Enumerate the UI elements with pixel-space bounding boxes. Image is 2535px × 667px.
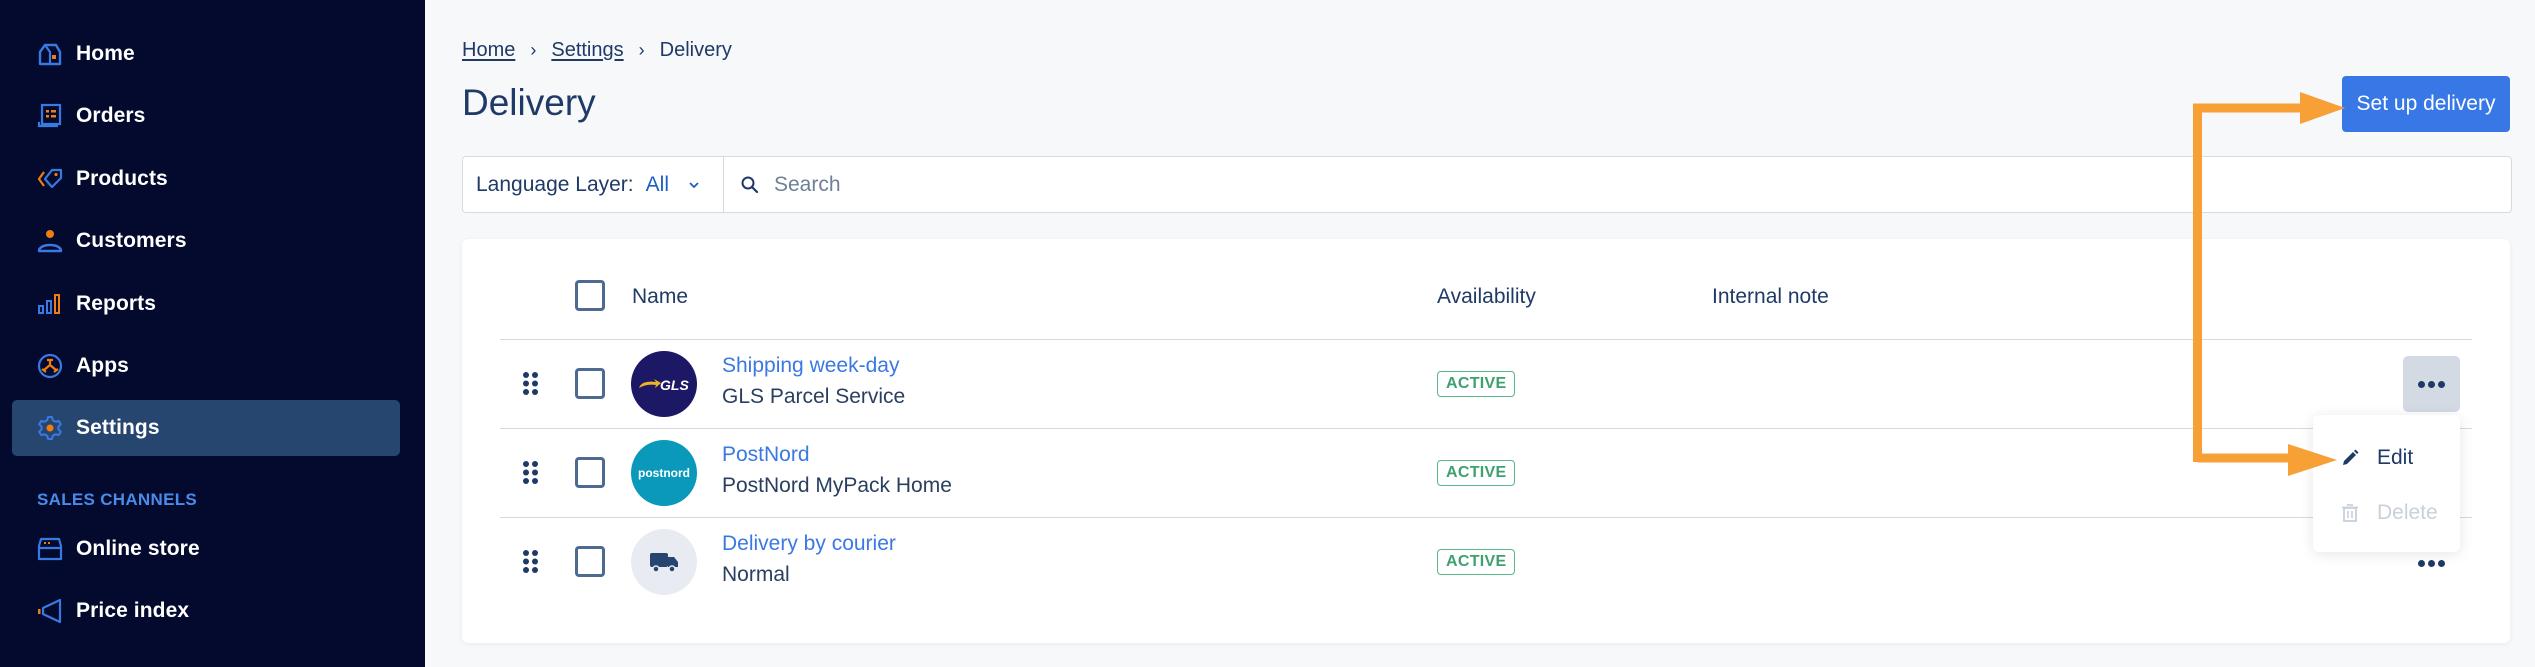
tag-icon (37, 166, 63, 192)
sidebar-item-apps[interactable]: Apps (12, 338, 400, 394)
menu-item-delete[interactable]: Delete (2313, 489, 2460, 537)
chevron-right-icon: › (638, 40, 645, 60)
megaphone-icon (37, 598, 63, 624)
row-actions-menu: Edit Delete (2313, 415, 2460, 552)
sidebar-item-reports[interactable]: Reports (12, 276, 400, 332)
status-badge: ACTIVE (1437, 460, 1516, 486)
delivery-method-link[interactable]: Shipping week-day (722, 354, 899, 378)
language-layer-value: All (645, 172, 669, 196)
drag-handle-icon[interactable] (522, 549, 539, 574)
select-all-checkbox[interactable] (575, 280, 605, 311)
row-divider (500, 339, 2472, 340)
sidebar-item-label: Online store (76, 537, 200, 560)
store-icon (37, 536, 63, 562)
sidebar-item-price-index[interactable]: Price index (12, 583, 400, 639)
breadcrumb-settings-link[interactable]: Settings (551, 39, 623, 62)
sidebar-item-label: Orders (76, 104, 146, 127)
pencil-icon (2343, 449, 2359, 465)
sidebar-item-orders[interactable]: Orders (12, 88, 400, 144)
sidebar: Home Orders Products Customers Reports A… (0, 0, 425, 667)
delivery-method-provider: PostNord MyPack Home (722, 474, 952, 497)
svg-text:GLS: GLS (660, 377, 689, 393)
sidebar-item-online-store[interactable]: Online store (12, 521, 400, 577)
delivery-method-provider: Normal (722, 563, 790, 586)
breadcrumb: Home › Settings › Delivery (462, 39, 732, 62)
language-layer-select[interactable]: Language Layer: All (463, 157, 724, 212)
chevron-down-icon (689, 181, 699, 188)
row-divider (500, 428, 2472, 429)
filter-bar: Language Layer: All (462, 156, 2512, 213)
sidebar-item-label: Apps (76, 354, 129, 377)
search-input[interactable] (774, 172, 2474, 197)
sidebar-item-products[interactable]: Products (12, 151, 400, 207)
language-layer-label: Language Layer: (476, 172, 634, 196)
sidebar-item-settings[interactable]: Settings (12, 400, 400, 456)
sales-channels-heading: SALES CHANNELS (37, 490, 198, 509)
search-icon (741, 176, 759, 193)
sidebar-item-label: Products (76, 167, 168, 190)
gear-icon (37, 415, 63, 441)
menu-item-label: Delete (2377, 501, 2438, 524)
home-icon (37, 41, 63, 67)
menu-item-label: Edit (2377, 446, 2414, 469)
postnord-logo: postnord (631, 440, 697, 506)
postnord-logo-text: postnord (638, 466, 690, 480)
menu-item-edit[interactable]: Edit (2313, 434, 2460, 482)
sidebar-item-label: Reports (76, 292, 157, 315)
truck-icon (650, 553, 678, 573)
delivery-method-link[interactable]: Delivery by courier (722, 532, 896, 556)
drag-handle-icon[interactable] (522, 371, 539, 396)
set-up-delivery-button[interactable]: Set up delivery (2342, 76, 2510, 132)
row-checkbox[interactable] (575, 368, 605, 399)
sidebar-item-label: Home (76, 42, 135, 65)
orders-icon (37, 103, 63, 129)
status-badge: ACTIVE (1437, 549, 1516, 575)
apps-icon (37, 353, 63, 379)
breadcrumb-home-link[interactable]: Home (462, 39, 515, 62)
row-checkbox[interactable] (575, 457, 605, 488)
sidebar-item-label: Customers (76, 229, 187, 252)
sidebar-item-home[interactable]: Home (12, 26, 400, 82)
row-actions-button[interactable] (2403, 356, 2460, 412)
page-title: Delivery (462, 82, 596, 123)
gls-arrow-icon: GLS (639, 377, 689, 393)
breadcrumb-current: Delivery (659, 39, 732, 61)
delivery-method-provider: GLS Parcel Service (722, 385, 906, 408)
more-horizontal-icon (2418, 380, 2445, 388)
person-icon (37, 228, 63, 254)
sidebar-item-label: Price index (76, 599, 190, 622)
more-horizontal-icon (2418, 559, 2445, 567)
row-divider (500, 517, 2472, 518)
drag-handle-icon[interactable] (522, 460, 539, 485)
row-checkbox[interactable] (575, 546, 605, 577)
delivery-method-link[interactable]: PostNord (722, 443, 810, 467)
column-header-internal-note: Internal note (1712, 285, 1829, 308)
sidebar-item-customers[interactable]: Customers (12, 213, 400, 269)
truck-logo (631, 529, 697, 595)
column-header-name: Name (632, 285, 689, 308)
trash-icon (2342, 504, 2358, 522)
bar-chart-icon (37, 291, 63, 317)
gls-logo: GLS (631, 351, 697, 417)
sidebar-item-label: Settings (76, 416, 160, 439)
chevron-right-icon: › (530, 40, 537, 60)
annotation-arrowhead-icon (2300, 92, 2345, 124)
status-badge: ACTIVE (1437, 371, 1516, 397)
column-header-availability: Availability (1437, 285, 1536, 308)
